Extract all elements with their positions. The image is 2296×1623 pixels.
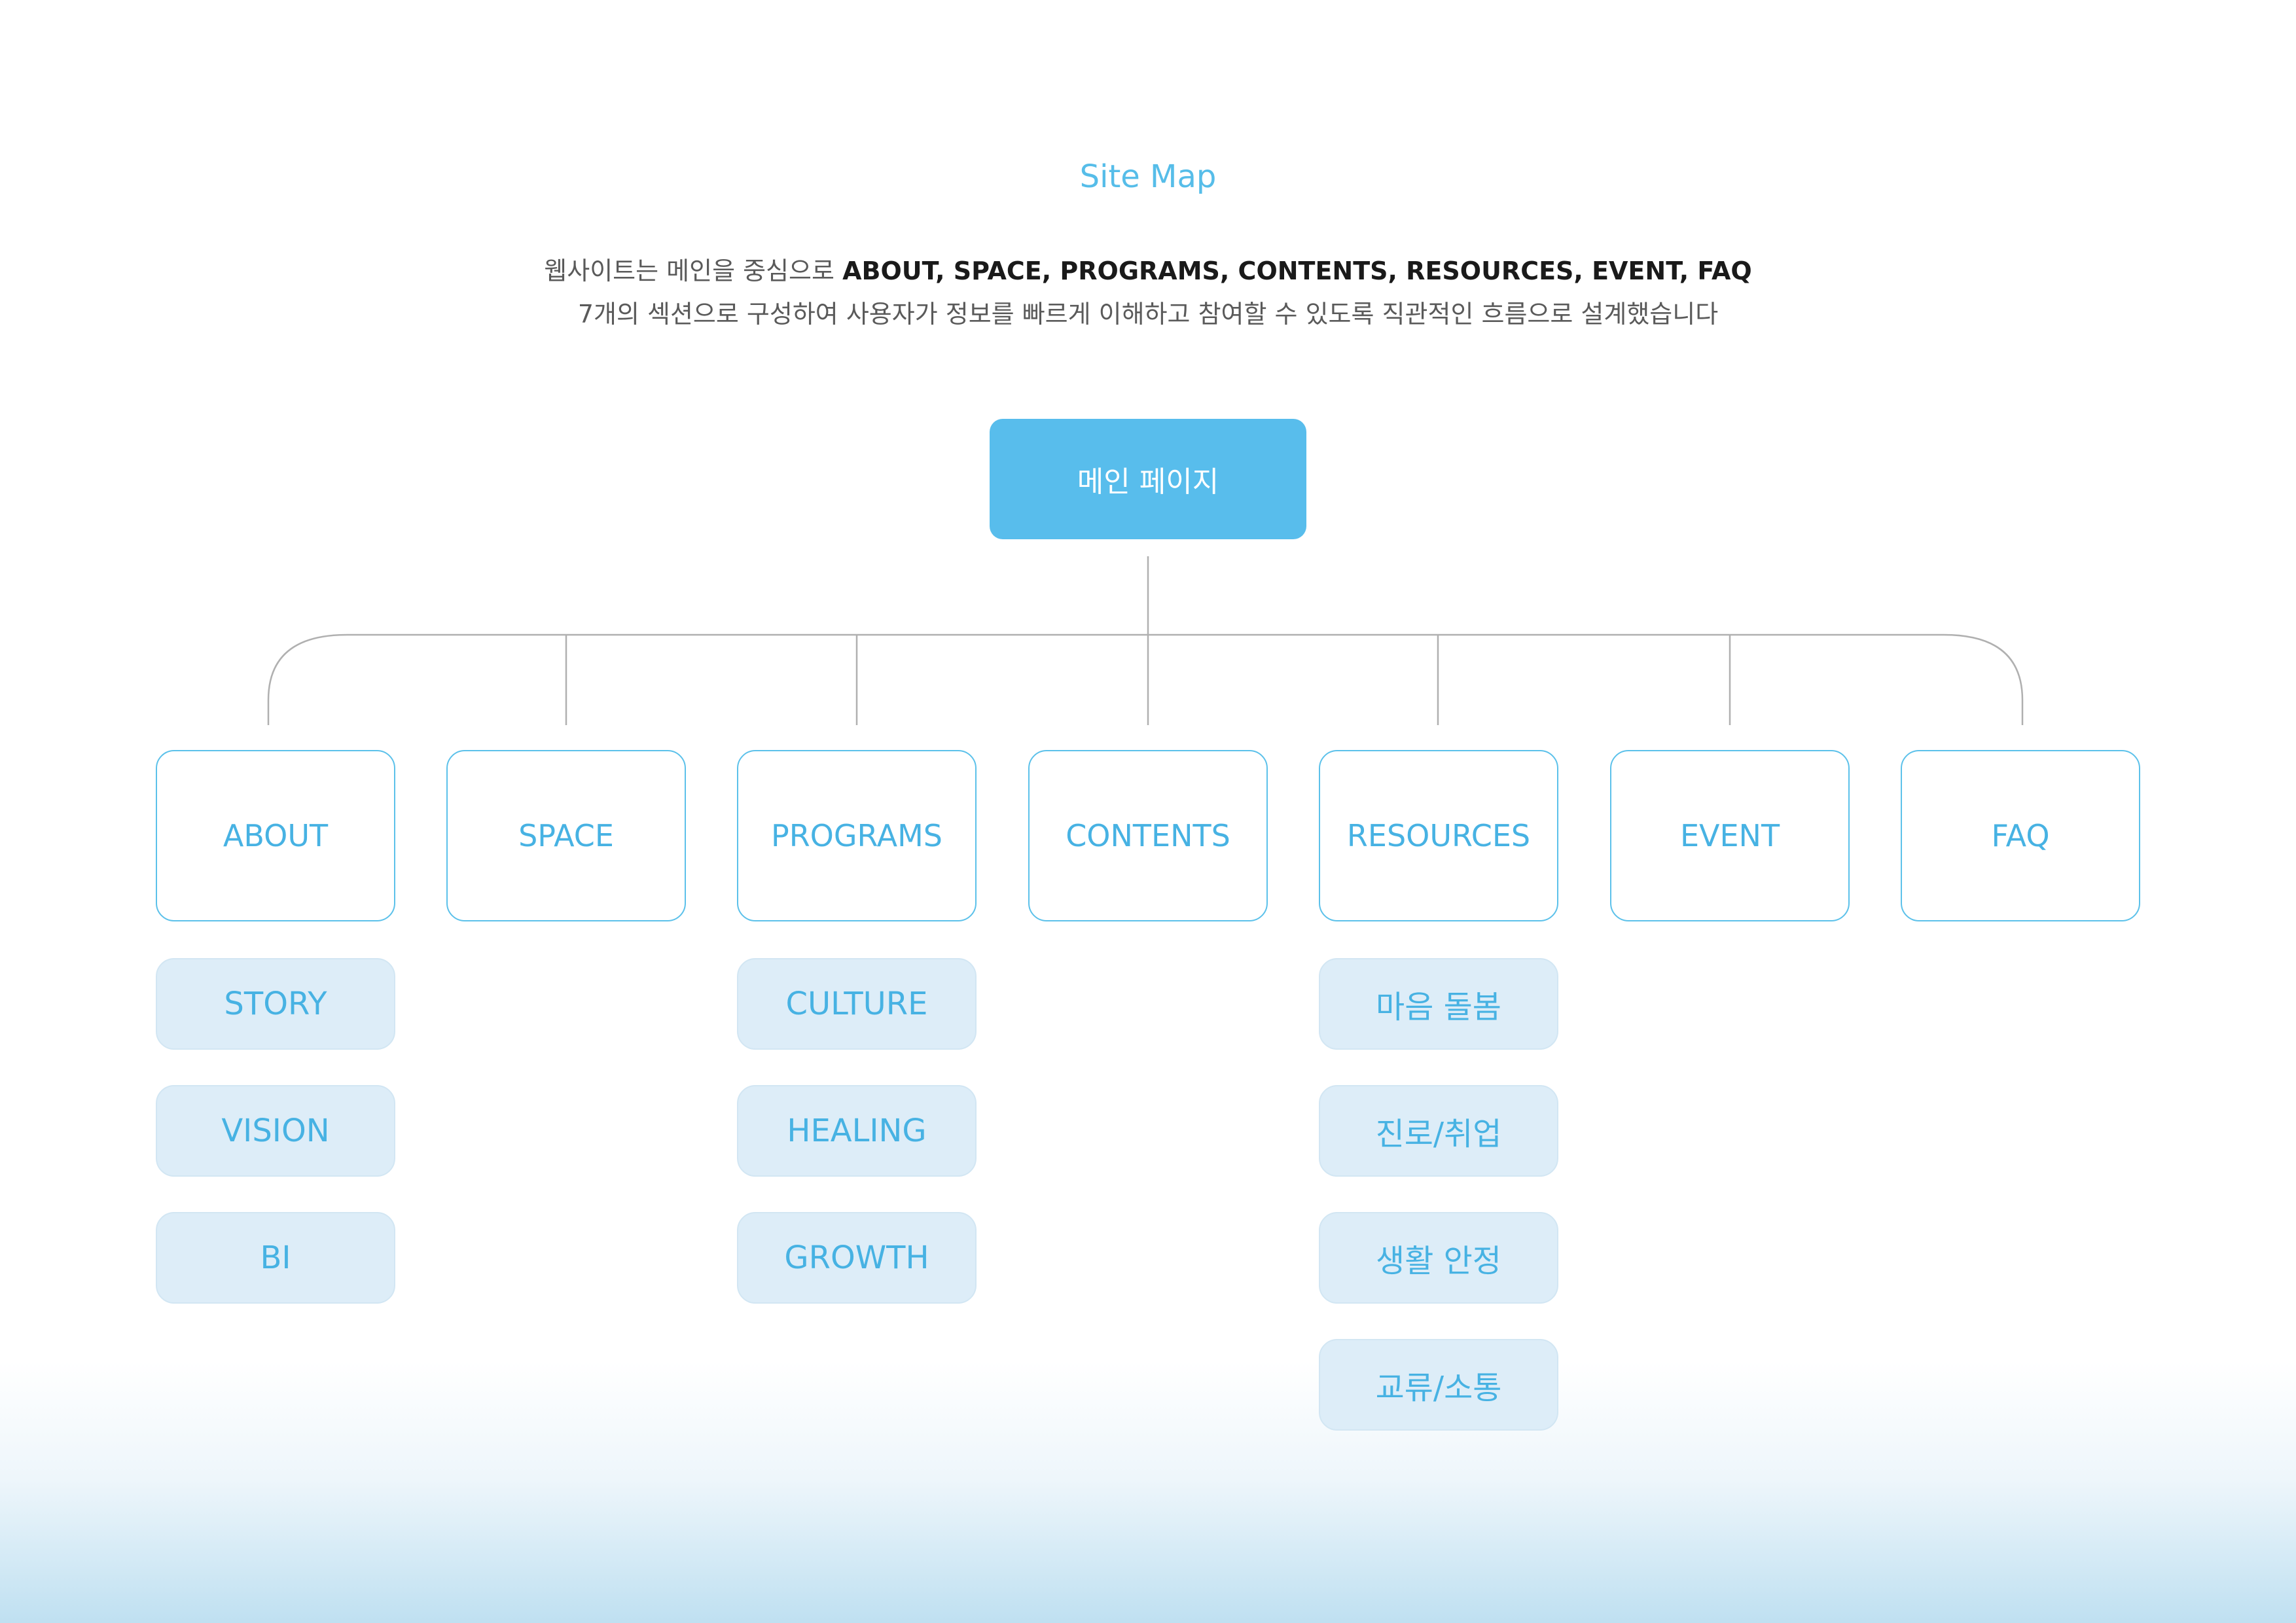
section-event[interactable]: EVENT: [1610, 750, 1850, 921]
subpage-mind-care[interactable]: 마음 돌봄: [1319, 958, 1558, 1050]
subpage-life-stability[interactable]: 생활 안정: [1319, 1212, 1558, 1304]
subpage-healing[interactable]: HEALING: [737, 1085, 977, 1177]
subpage-culture[interactable]: CULTURE: [737, 958, 977, 1050]
subpage-bi[interactable]: BI: [156, 1212, 395, 1304]
section-faq[interactable]: FAQ: [1901, 750, 2140, 921]
subpage-exchange[interactable]: 교류/소통: [1319, 1339, 1558, 1431]
subpage-growth[interactable]: GROWTH: [737, 1212, 977, 1304]
section-contents[interactable]: CONTENTS: [1028, 750, 1268, 921]
subpage-vision[interactable]: VISION: [156, 1085, 395, 1177]
horizontal-bus: [267, 633, 2024, 725]
section-resources[interactable]: RESOURCES: [1319, 750, 1558, 921]
section-programs[interactable]: PROGRAMS: [737, 750, 977, 921]
section-space[interactable]: SPACE: [446, 750, 686, 921]
subpage-career[interactable]: 진로/취업: [1319, 1085, 1558, 1177]
section-about[interactable]: ABOUT: [156, 750, 395, 921]
subpage-story[interactable]: STORY: [156, 958, 395, 1050]
main-page-node[interactable]: 메인 페이지: [990, 419, 1306, 539]
